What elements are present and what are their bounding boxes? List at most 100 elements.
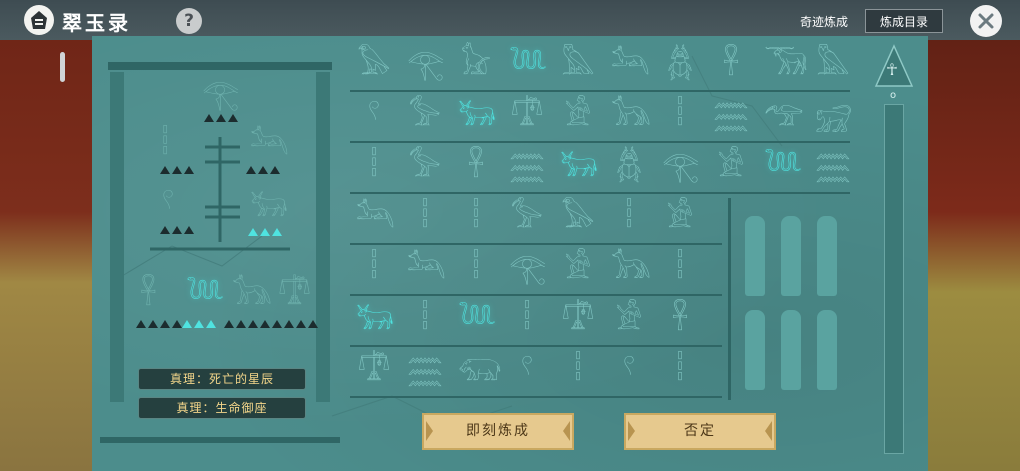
glyph-cell[interactable]: 𓋹 (662, 305, 698, 335)
button-notch (628, 421, 635, 441)
truth-label-throne-of-life: 真理：生命御座 (138, 397, 306, 419)
glyph-cell[interactable]: 𓋹 (713, 50, 749, 80)
glyph-cell[interactable]: 𓅞 (407, 101, 443, 131)
scroll-grip[interactable] (60, 52, 65, 82)
cost-triangles (204, 114, 238, 122)
glyph-cell[interactable]: 𓏪 (611, 203, 647, 233)
shrine-glyph-bull: 𓃒 (250, 189, 288, 224)
glyph-cell[interactable]: 𓏪 (560, 356, 596, 386)
glyph-cell[interactable]: 𓀀 (713, 152, 749, 182)
glyph-cell[interactable]: 𓀀 (560, 254, 596, 284)
glyph-cell[interactable]: 𓆙 (458, 305, 496, 335)
close-button[interactable] (970, 5, 1002, 37)
statue-figure (781, 216, 801, 296)
glyph-cell[interactable]: 𓃠 (458, 50, 494, 80)
glyph-cell[interactable]: 𓂀 (407, 50, 444, 80)
close-icon (978, 13, 994, 29)
glyph-cell[interactable]: 𓅃 (356, 50, 392, 80)
grid-row-divider (350, 345, 722, 347)
cost-triangles (160, 166, 194, 174)
glyph-cell[interactable]: 𓏪 (662, 254, 698, 284)
glyph-cell[interactable]: 𓀀 (662, 203, 698, 233)
glyph-cell[interactable]: 𓈗 (509, 152, 545, 182)
shrine-glyph-serpent: 𓆙 (186, 277, 225, 312)
glyph-cell[interactable]: 𓏪 (662, 356, 698, 386)
glyph-cell[interactable]: 𓃢 (407, 254, 446, 284)
glyph-cell[interactable]: 𓈗 (407, 356, 443, 386)
truth-label-dead-star: 真理：死亡的星辰 (138, 368, 306, 390)
glyph-cell[interactable]: 𓏪 (509, 305, 545, 335)
cost-triangles (248, 228, 282, 236)
glyph-cell[interactable]: 𓋹 (458, 152, 494, 182)
glyph-cell[interactable]: 𓍝 (356, 356, 392, 386)
glyph-cell[interactable]: 𓅓 (560, 50, 596, 80)
shrine-glyph-mummy: 𓍝 (278, 277, 312, 312)
glyph-cell[interactable]: 𓅠 (764, 101, 804, 131)
deny-button[interactable]: 否定 (624, 413, 776, 450)
statue-alcove (728, 198, 849, 400)
shrine-glyph-eye: 𓂀 (202, 77, 240, 112)
glyph-cell[interactable]: 𓆣 (611, 152, 647, 182)
glyph-cell[interactable]: 𓃯 (458, 356, 502, 386)
transmute-now-button[interactable]: 即刻炼成 (422, 413, 574, 450)
glyph-cell[interactable]: 𓍢 (611, 356, 647, 386)
cost-triangles (246, 166, 280, 174)
glyph-cell[interactable]: 𓂀 (509, 254, 546, 284)
miracle-transmutation-link[interactable]: 奇迹炼成 (800, 13, 848, 30)
glyph-cell[interactable]: 𓃒 (356, 305, 394, 335)
glyph-cell[interactable]: 𓏪 (407, 203, 443, 233)
glyph-cell[interactable]: 𓅓 (815, 50, 851, 80)
glyph-cell[interactable]: 𓏪 (356, 152, 392, 182)
glyph-cell[interactable]: 𓃝 (764, 50, 808, 80)
glyph-cell[interactable]: 𓅞 (509, 203, 545, 233)
glyph-cell[interactable]: 𓂀 (662, 152, 699, 182)
glyph-cell[interactable]: 𓏪 (356, 254, 392, 284)
glyph-cell[interactable]: 𓆣 (662, 50, 698, 80)
glyph-cell[interactable]: 𓏪 (407, 305, 443, 335)
statue-figure (745, 216, 765, 296)
statue-figure (817, 310, 837, 390)
cost-triangles (136, 320, 182, 328)
glyph-cell[interactable]: 𓍝 (509, 101, 545, 131)
statue-figure (745, 310, 765, 390)
shrine-glyph-jackal-2: 𓃥 (232, 277, 272, 312)
glyph-cell[interactable]: 𓆙 (509, 50, 547, 80)
pharaoh-icon (31, 11, 47, 29)
glyph-cell[interactable]: 𓀀 (560, 101, 596, 131)
button-notch (563, 421, 570, 441)
glyph-cell[interactable]: 𓃥 (611, 254, 651, 284)
grid-row-divider (350, 141, 850, 143)
grid-row-divider (350, 192, 850, 194)
glyph-cell[interactable]: 𓃸 (815, 101, 852, 131)
glyph-cell[interactable]: 𓃥 (611, 101, 651, 131)
glyph-cell[interactable]: 𓍝 (560, 305, 596, 335)
glyph-cell[interactable]: 𓍢 (509, 356, 545, 386)
grid-row-divider (350, 243, 722, 245)
glyph-cell[interactable]: 𓆙 (764, 152, 802, 182)
glyph-cell[interactable]: 𓃒 (458, 101, 496, 131)
help-button[interactable]: ? (176, 8, 202, 34)
ankh-icon: ☥ (886, 60, 898, 79)
glyph-cell[interactable]: 𓏪 (458, 254, 494, 284)
statue-figure (781, 310, 801, 390)
shrine-glyph-jackal: 𓃢 (250, 127, 289, 162)
cost-triangles (272, 320, 318, 328)
glyph-cell[interactable]: 𓏪 (458, 203, 494, 233)
button-notch (426, 421, 433, 441)
glyph-cell[interactable]: 𓀀 (611, 305, 647, 335)
transmutation-catalog-button[interactable]: 炼成目录 (865, 9, 943, 33)
glyph-cell[interactable]: 𓍢 (356, 101, 392, 131)
grid-row-divider (350, 294, 722, 296)
glyph-cell[interactable]: 𓃢 (611, 50, 650, 80)
glyph-cell[interactable]: 𓅞 (407, 152, 443, 182)
glyph-cell[interactable]: 𓅃 (560, 203, 596, 233)
background-right (920, 0, 1020, 471)
glyph-cell[interactable]: 𓃒 (560, 152, 598, 182)
glyph-cell[interactable]: 𓈗 (713, 101, 749, 131)
glyph-cell[interactable]: 𓈗 (815, 152, 851, 182)
pillar-marker: o (890, 90, 897, 101)
statue-figure (817, 216, 837, 296)
glyph-cell[interactable]: 𓃢 (356, 203, 395, 233)
shrine-glyph-ouroboros: 𓍢 (162, 187, 175, 222)
glyph-cell[interactable]: 𓏪 (662, 101, 698, 131)
